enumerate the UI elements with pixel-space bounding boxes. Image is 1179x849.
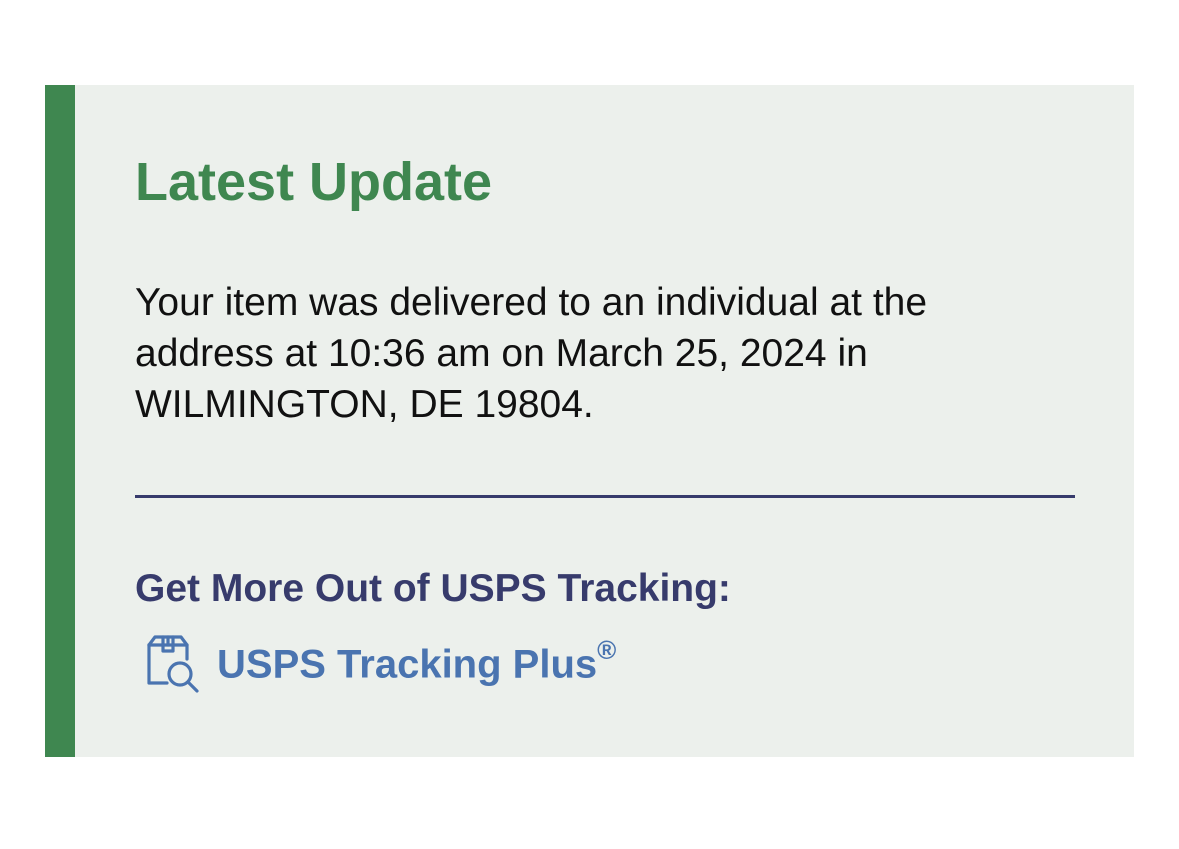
more-tracking-heading: Get More Out of USPS Tracking:: [135, 567, 731, 610]
usps-tracking-plus-label: USPS Tracking Plus®: [217, 634, 617, 687]
package-search-icon: [143, 633, 201, 693]
usps-tracking-plus-link[interactable]: USPS Tracking Plus®: [143, 633, 616, 693]
delivery-status-message: Your item was delivered to an individual…: [135, 281, 928, 426]
latest-update-title: Latest Update: [135, 152, 493, 212]
accent-bar: [45, 85, 75, 757]
section-divider: [135, 495, 1075, 498]
latest-update-card: Latest Update Your item was delivered to…: [45, 85, 1134, 757]
registered-mark: ®: [597, 634, 617, 665]
